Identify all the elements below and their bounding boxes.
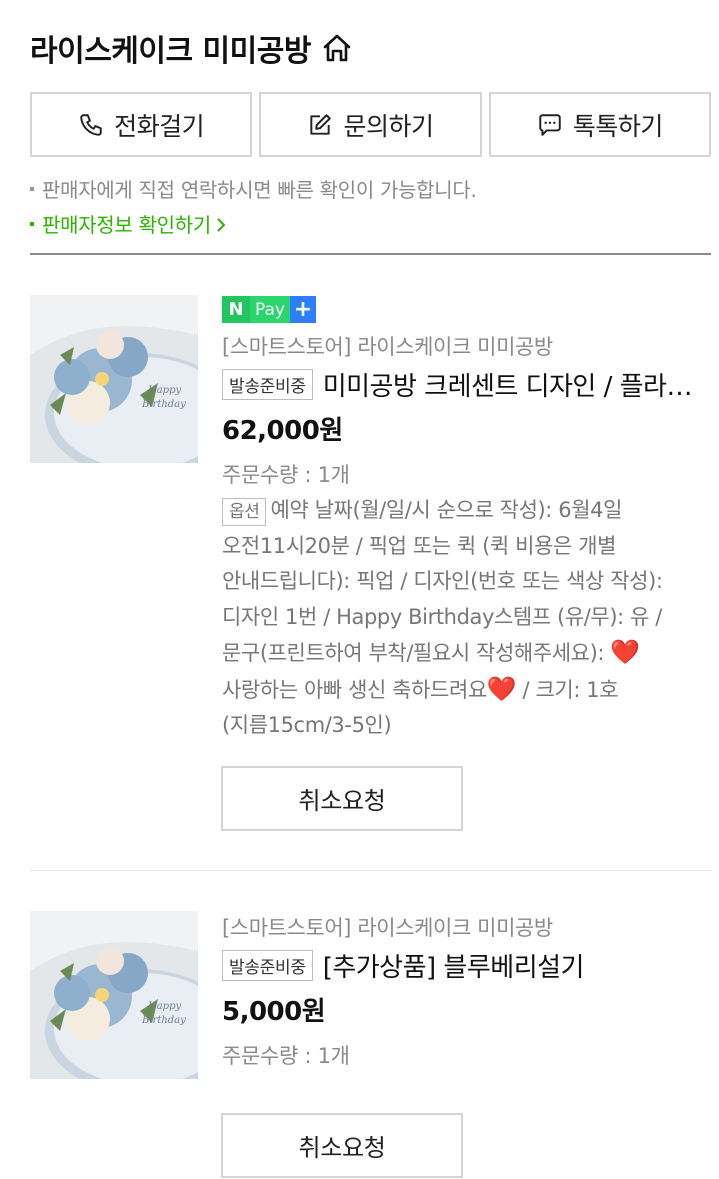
npay-plus-icon: + <box>290 296 316 323</box>
heart-icon: ❤️ <box>486 674 517 703</box>
bullet <box>30 186 34 191</box>
svg-text:Happy: Happy <box>147 1001 181 1012</box>
product-title-line[interactable]: 발송준비중 미미공방 크레센트 디자인 / 플라워케이크 <box>222 363 711 405</box>
inquiry-button[interactable]: 문의하기 <box>259 92 482 157</box>
seller-info-text: 판매자정보 확인하기 <box>42 213 211 237</box>
bullet <box>30 221 34 226</box>
product-name[interactable]: [추가상품] 블루베리설기 <box>323 947 584 984</box>
home-icon[interactable] <box>321 31 355 65</box>
chevron-right-icon <box>217 218 226 232</box>
seller-name: [스마트스토어] 라이스케이크 미미공방 <box>222 916 553 940</box>
chat-icon <box>539 113 561 136</box>
contact-row: 전화걸기 문의하기 톡톡하기 <box>30 92 711 157</box>
product-price: 62,000원 <box>222 416 343 446</box>
order-options: 옵션 예약 날짜(월/일/시 순으로 작성): 6월4일 오전11시20분 / 픽… <box>222 493 704 744</box>
status-badge: 발송준비중 <box>222 949 313 981</box>
order-item: [스마트스토어] 라이스케이크 미미공방 발송준비중 [추가상품] 블루베리설기… <box>222 912 711 1072</box>
status-badge: 발송준비중 <box>222 368 313 400</box>
svg-text:Birthday: Birthday <box>141 1015 186 1026</box>
seller-info-link[interactable]: 판매자정보 확인하기 <box>30 209 227 238</box>
npay-n: N <box>222 296 250 323</box>
inquiry-label: 문의하기 <box>343 111 434 141</box>
option-text-2: 사랑하는 아빠 생신 축하드려요 <box>222 677 487 702</box>
talk-button[interactable]: 톡톡하기 <box>488 92 711 157</box>
npay-badge: N Pay + <box>222 296 316 323</box>
edit-icon <box>310 113 332 135</box>
option-badge: 옵션 <box>222 498 267 526</box>
svg-text:Birthday: Birthday <box>141 399 186 410</box>
npay-pay: Pay <box>250 296 290 323</box>
product-title-line[interactable]: 발송준비중 [추가상품] 블루베리설기 <box>222 944 711 986</box>
phone-icon <box>80 113 102 136</box>
store-header: 라이스케이크 미미공방 <box>30 26 355 70</box>
order-item: N Pay + [스마트스토어] 라이스케이크 미미공방 발송준비중 미미공방 … <box>222 296 711 744</box>
product-thumbnail[interactable]: Happy Birthday <box>30 295 198 463</box>
order-quantity: 주문수량 : 1개 <box>222 1044 350 1068</box>
product-price: 5,000원 <box>222 997 326 1027</box>
call-button[interactable]: 전화걸기 <box>30 92 253 157</box>
svg-text:Happy: Happy <box>147 385 181 396</box>
contact-notice-text: 판매자에게 직접 연락하시면 빠른 확인이 가능합니다. <box>42 178 477 202</box>
order-quantity: 주문수량 : 1개 <box>222 463 350 487</box>
heart-icon: ❤️ <box>610 638 640 666</box>
cancel-request-button[interactable]: 취소요청 <box>221 766 463 831</box>
item-divider <box>30 870 711 871</box>
store-name[interactable]: 라이스케이크 미미공방 <box>30 26 311 70</box>
option-text-1: 예약 날짜(월/일/시 순으로 작성): 6월4일 오전11시20분 / 픽업 … <box>222 498 663 665</box>
section-divider <box>30 253 711 255</box>
seller-name: [스마트스토어] 라이스케이크 미미공방 <box>222 335 553 359</box>
cancel-request-button[interactable]: 취소요청 <box>221 1113 463 1178</box>
contact-notice: 판매자에게 직접 연락하시면 빠른 확인이 가능합니다. <box>30 174 477 203</box>
product-thumbnail[interactable]: Happy Birthday <box>30 911 198 1079</box>
talk-label: 톡톡하기 <box>572 111 664 141</box>
call-label: 전화걸기 <box>114 111 205 141</box>
product-name[interactable]: 미미공방 크레센트 디자인 / 플라워케이크 <box>323 366 711 403</box>
